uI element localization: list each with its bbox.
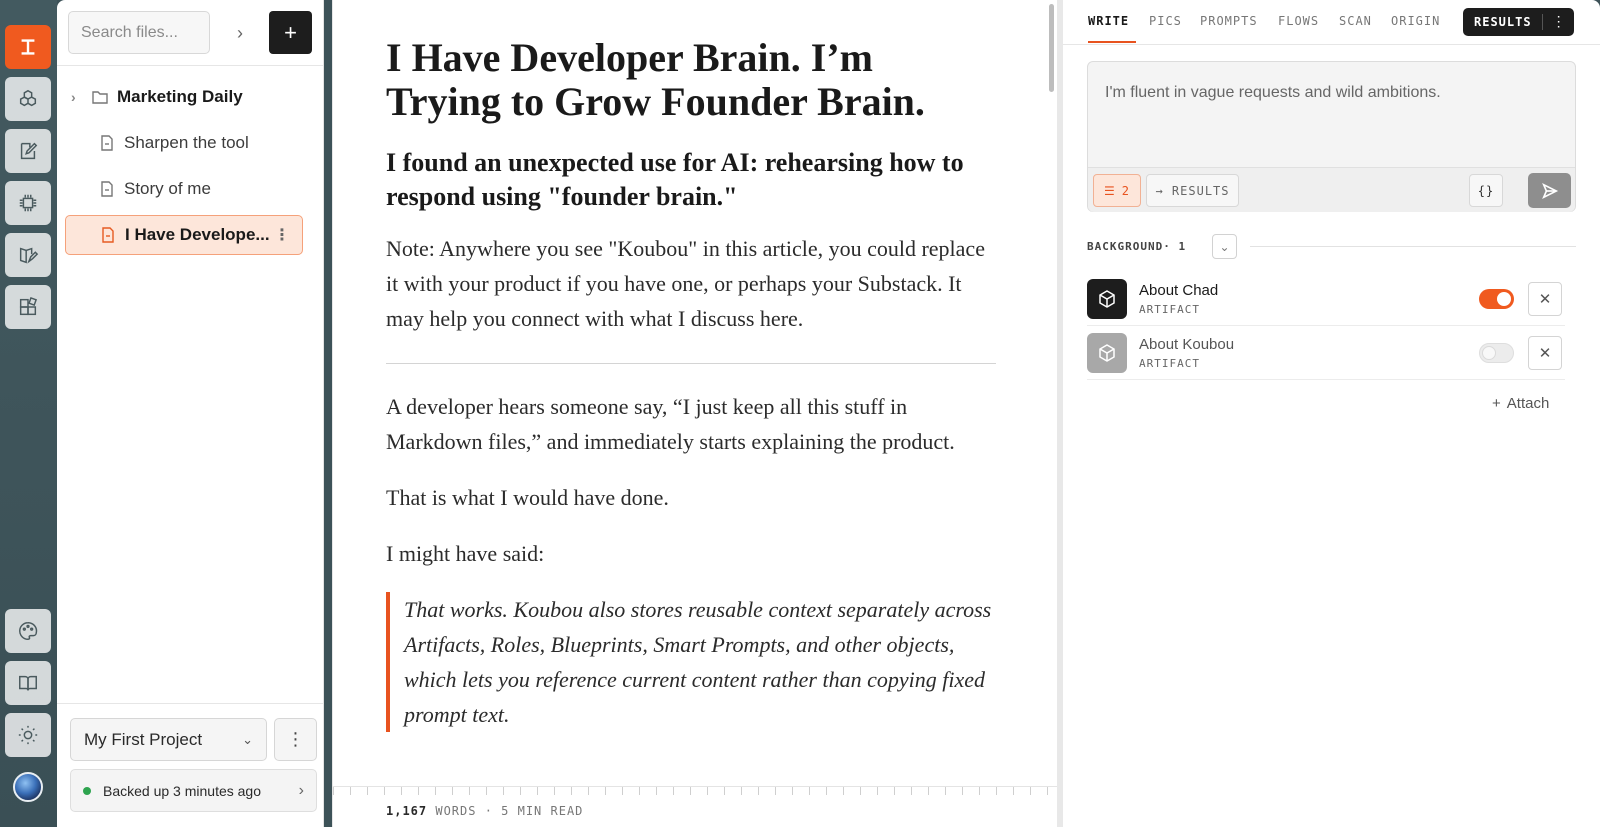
search-input[interactable]: Search files...	[68, 11, 210, 54]
tab-bar: WRITE PICS PROMPTS FLOWS SCAN ORIGIN RES…	[1063, 0, 1600, 45]
tab-scan[interactable]: SCAN	[1339, 14, 1372, 28]
scrollbar[interactable]	[1049, 4, 1054, 92]
divider	[386, 363, 996, 364]
book-pen-icon[interactable]	[5, 233, 51, 277]
sliders-icon: ☰	[1104, 183, 1116, 198]
article-blockquote[interactable]: That works. Koubou also stores reusable …	[386, 592, 996, 732]
attach-label: Attach	[1506, 395, 1550, 412]
article-paragraph[interactable]: A developer hears someone say, “I just k…	[386, 389, 996, 459]
json-button[interactable]: {}	[1469, 174, 1503, 207]
file-icon	[98, 180, 116, 198]
word-count-label: WORDS · 5 MIN READ	[435, 804, 584, 818]
send-icon	[1541, 182, 1558, 199]
chevron-right-icon[interactable]: ›	[225, 18, 255, 48]
ruler	[333, 787, 1057, 795]
settings-count: 2	[1121, 183, 1130, 198]
active-tab-indicator	[1088, 41, 1136, 43]
article-paragraph[interactable]: That is what I would have done.	[386, 480, 996, 515]
status-dot	[83, 786, 91, 795]
project-more-button[interactable]: ⋮	[274, 718, 317, 761]
file-icon	[98, 134, 116, 152]
chevron-right-icon: ›	[71, 89, 76, 105]
tree-file-story[interactable]: Story of me	[65, 169, 303, 209]
tree-item-label: Sharpen the tool	[124, 133, 249, 152]
divider	[57, 703, 323, 704]
article[interactable]: I Have Developer Brain. I’m Trying to Gr…	[386, 36, 996, 732]
sun-icon[interactable]	[5, 713, 51, 757]
word-count: 1,167 WORDS · 5 MIN READ	[386, 804, 583, 818]
tree-item-label: Story of me	[124, 179, 211, 198]
chevron-down-icon[interactable]: ⌄	[1212, 234, 1237, 259]
results-button[interactable]: RESULTS ⋮	[1463, 8, 1574, 36]
tree-item-label: Marketing Daily	[117, 87, 243, 106]
prompt-text[interactable]: I'm fluent in vague requests and wild am…	[1105, 84, 1441, 102]
artifact-toggle[interactable]	[1479, 289, 1514, 309]
article-subtitle[interactable]: I found an unexpected use for AI: rehear…	[386, 146, 996, 214]
send-button[interactable]	[1528, 173, 1571, 208]
attach-button[interactable]: + Attach	[1492, 395, 1549, 412]
tab-flows[interactable]: FLOWS	[1278, 14, 1319, 28]
open-book-icon[interactable]	[5, 661, 51, 705]
logo-icon[interactable]	[5, 25, 51, 69]
close-icon[interactable]: ✕	[1528, 282, 1562, 316]
project-name: My First Project	[84, 729, 203, 749]
close-icon[interactable]: ✕	[1528, 336, 1562, 370]
tab-pics[interactable]: PICS	[1149, 14, 1182, 28]
artifact-toggle[interactable]	[1479, 343, 1514, 363]
more-icon[interactable]: ⋮	[274, 225, 290, 245]
artifact-row: About Koubou ARTIFACT ✕	[1087, 326, 1565, 380]
more-icon[interactable]: ⋮	[1543, 14, 1567, 30]
plus-icon: +	[1492, 395, 1501, 412]
tab-prompts[interactable]: PROMPTS	[1200, 14, 1258, 28]
article-title[interactable]: I Have Developer Brain. I’m Trying to Gr…	[386, 36, 996, 124]
tab-origin[interactable]: ORIGIN	[1391, 14, 1440, 28]
article-paragraph[interactable]: I might have said:	[386, 536, 996, 571]
prompt-toolbar: ☰ 2 → RESULTS {}	[1088, 167, 1575, 212]
artifact-name: About Chad	[1139, 282, 1219, 299]
backup-status[interactable]: Backed up 3 minutes ago ›	[70, 769, 317, 812]
file-panel: Search files... › + › Marketing Daily Sh…	[57, 0, 324, 827]
tree-file-sharpen[interactable]: Sharpen the tool	[65, 123, 303, 163]
folder-icon	[91, 88, 109, 106]
cubes-icon[interactable]	[5, 77, 51, 121]
artifact-name: About Koubou	[1139, 336, 1235, 353]
cube-icon	[1087, 279, 1127, 319]
article-note[interactable]: Note: Anywhere you see "Koubou" in this …	[386, 231, 996, 336]
tree-folder-marketing-daily[interactable]: › Marketing Daily	[65, 77, 303, 117]
avatar[interactable]	[13, 772, 43, 802]
edit-note-icon[interactable]	[5, 129, 51, 173]
artifact-type: ARTIFACT	[1139, 303, 1200, 316]
artifact-row: About Chad ARTIFACT ✕	[1087, 272, 1565, 326]
settings-chip[interactable]: ☰ 2	[1093, 174, 1141, 207]
tab-write[interactable]: WRITE	[1088, 14, 1129, 28]
chevron-right-icon: ›	[298, 781, 304, 799]
backup-text: Backed up 3 minutes ago	[103, 782, 261, 799]
editor-footer: 1,167 WORDS · 5 MIN READ	[333, 786, 1057, 827]
assistant-panel: WRITE PICS PROMPTS FLOWS SCAN ORIGIN RES…	[1063, 0, 1600, 827]
divider	[57, 65, 323, 66]
new-file-button[interactable]: +	[269, 11, 312, 54]
results-label: RESULTS	[1474, 15, 1532, 29]
cube-icon	[1087, 333, 1127, 373]
tree-file-active[interactable]: I Have Develope... ⋮	[65, 215, 303, 255]
palette-icon[interactable]	[5, 609, 51, 653]
word-count-number: 1,167	[386, 804, 428, 818]
editor[interactable]: I Have Developer Brain. I’m Trying to Gr…	[332, 0, 1057, 827]
tree-item-label: I Have Develope...	[125, 225, 270, 244]
prompt-input[interactable]: I'm fluent in vague requests and wild am…	[1087, 61, 1576, 212]
artifact-type: ARTIFACT	[1139, 357, 1200, 370]
blocks-icon[interactable]	[5, 285, 51, 329]
chip-icon[interactable]	[5, 181, 51, 225]
divider	[1250, 246, 1576, 247]
app-rail	[0, 0, 57, 827]
project-select[interactable]: My First Project ⌄	[70, 718, 267, 761]
file-icon	[99, 226, 117, 244]
to-results-chip[interactable]: → RESULTS	[1146, 174, 1239, 207]
chevron-down-icon: ⌄	[242, 731, 253, 747]
background-heading: BACKGROUND· 1	[1087, 240, 1187, 253]
